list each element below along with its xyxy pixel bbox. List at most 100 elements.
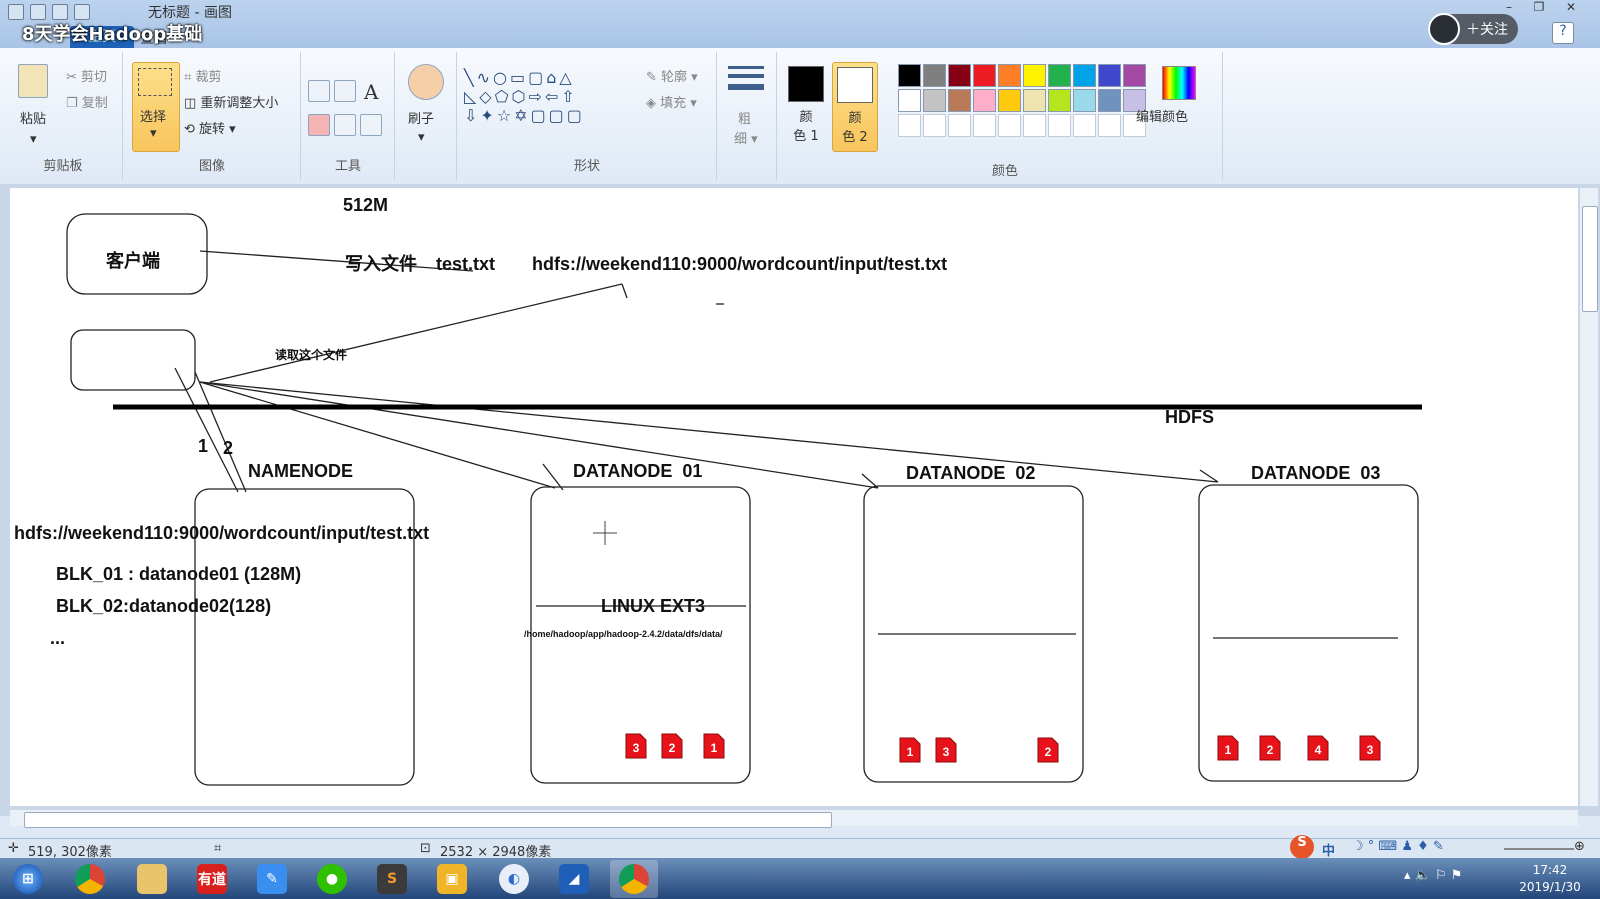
brushes-group[interactable]: 刷子 ▾ (396, 52, 457, 180)
restore-icon[interactable]: ❐ (1524, 0, 1554, 18)
color-swatch[interactable] (998, 114, 1021, 137)
taskbar-app[interactable]: ▣ (428, 860, 476, 898)
color1-label-a: 颜 (799, 110, 813, 125)
chevron-down-icon[interactable]: ▾ (30, 132, 37, 147)
cut-button[interactable]: ✂ 剪切 (66, 66, 107, 85)
help-icon[interactable]: ? (1552, 22, 1574, 44)
zoom-in-icon[interactable]: ⊕ (1574, 839, 1585, 854)
taskbar (0, 858, 1600, 899)
color-swatch[interactable] (1023, 64, 1046, 87)
taskbar-sublime[interactable]: S (368, 860, 416, 898)
taskbar-chrome[interactable] (66, 860, 114, 898)
outline-button[interactable]: ✎ 轮廓 ▾ (646, 66, 698, 85)
ime-mode[interactable]: 中 (1322, 840, 1335, 859)
color-swatch[interactable] (1098, 89, 1121, 112)
color-swatch[interactable] (898, 89, 921, 112)
taskbar-chrome-active[interactable] (610, 860, 658, 898)
youdao-icon: 有道 (197, 864, 227, 894)
drawing-canvas[interactable]: 512M 客户端 写入文件 test.txt hdfs://weekend110… (10, 188, 1578, 806)
pencil-icon[interactable] (308, 80, 330, 102)
magnifier-icon[interactable] (360, 114, 382, 136)
color-swatch[interactable] (923, 114, 946, 137)
color-swatch[interactable] (1023, 114, 1046, 137)
fill-button[interactable]: ◈ 填充 ▾ (646, 92, 697, 111)
write-line (199, 250, 474, 272)
taskbar-browser[interactable]: ◐ (490, 860, 538, 898)
more-blocks: ... (50, 628, 65, 648)
app-icon: ▣ (437, 864, 467, 894)
color-swatch[interactable] (973, 64, 996, 87)
taskbar-explorer[interactable] (128, 860, 176, 898)
rotate-button[interactable]: ⟲ 旋转 ▾ (184, 118, 236, 137)
save-icon[interactable] (30, 4, 46, 20)
zoom-slider[interactable] (1504, 848, 1574, 850)
color-swatch[interactable] (973, 114, 996, 137)
paste-button[interactable]: 粘贴 (20, 108, 46, 127)
cursor-crosshair (593, 521, 617, 545)
color-swatch[interactable] (948, 114, 971, 137)
color-swatch[interactable] (1098, 114, 1121, 137)
start-button[interactable]: ⊞ (4, 860, 52, 898)
vertical-scroll-thumb[interactable] (1582, 206, 1598, 312)
minimize-icon[interactable]: – (1494, 0, 1524, 18)
text-tool-icon[interactable]: A (364, 80, 378, 104)
shapes-gallery[interactable]: ╲∿○▭▢⌂△ ◺◇⬠⬡⇨⇦⇧ ⇩✦☆✡▢▢▢ (464, 68, 585, 125)
resize-button[interactable]: ◫ 重新调整大小 (184, 92, 278, 111)
color-swatch[interactable] (1048, 89, 1071, 112)
chevron-down-icon[interactable]: ▾ (418, 130, 425, 145)
color-swatch[interactable] (898, 114, 921, 137)
sogou-ime-icon[interactable]: S (1290, 835, 1314, 859)
color-swatch[interactable] (1023, 89, 1046, 112)
reader-box (70, 329, 196, 391)
eraser-icon[interactable] (308, 114, 330, 136)
color2-button[interactable]: 颜 色 2 (832, 62, 878, 152)
fill-bucket-icon[interactable] (334, 80, 356, 102)
quick-access-toolbar (8, 2, 90, 22)
color-swatch[interactable] (923, 64, 946, 87)
taskbar-youdao[interactable]: 有道 (188, 860, 236, 898)
taskbar-notes[interactable]: ✎ (248, 860, 296, 898)
color-swatch[interactable] (973, 89, 996, 112)
color-swatch[interactable] (998, 89, 1021, 112)
tray-icons[interactable]: ▴ 🔈 ⚐ ⚑ (1404, 868, 1462, 883)
color-swatch[interactable] (1048, 114, 1071, 137)
notes-icon: ✎ (257, 864, 287, 894)
taskbar-wechat[interactable]: ● (308, 860, 356, 898)
paste-icon[interactable] (18, 64, 48, 98)
redo-icon[interactable] (74, 4, 90, 20)
color-swatch[interactable] (898, 64, 921, 87)
clock[interactable]: 17:42 2019/1/30 (1510, 862, 1590, 896)
color-swatch[interactable] (1048, 64, 1071, 87)
color-swatch[interactable] (1073, 89, 1096, 112)
color-swatch[interactable] (1123, 64, 1146, 87)
color-swatch[interactable] (948, 64, 971, 87)
color-swatch[interactable] (1073, 64, 1096, 87)
size-group[interactable]: 粗 细 ▾ (718, 52, 777, 180)
resize-label: 重新调整大小 (200, 96, 279, 111)
horizontal-scroll-thumb[interactable] (24, 812, 832, 828)
color-swatch[interactable] (1098, 64, 1121, 87)
color-picker-icon[interactable] (334, 114, 356, 136)
read-line (209, 283, 623, 383)
color-swatch[interactable] (1073, 114, 1096, 137)
close-icon[interactable]: ✕ (1556, 0, 1586, 18)
color-swatch[interactable] (923, 89, 946, 112)
color-swatch[interactable] (998, 64, 1021, 87)
edit-colors-button[interactable]: 编辑颜色 (1136, 106, 1188, 125)
crop-button[interactable]: ⌗ 裁剪 (184, 66, 221, 85)
size-line-thick (728, 84, 764, 90)
paint-app-icon[interactable] (8, 4, 24, 20)
wechat-icon: ● (317, 864, 347, 894)
undo-icon[interactable] (52, 4, 68, 20)
taskbar-sail[interactable]: ◢ (550, 860, 598, 898)
clock-time: 17:42 (1532, 863, 1568, 877)
ime-toolbar-icons[interactable]: ☽ ° ⌨ ♟ ♦ ✎ (1352, 839, 1444, 854)
color-swatch[interactable] (948, 89, 971, 112)
color1-button[interactable]: 颜 色 1 (784, 62, 828, 150)
edit-colors-icon[interactable] (1162, 66, 1196, 100)
copy-button[interactable]: ❐ 复制 (66, 92, 108, 111)
status-bar: ✛ 519, 302像素 ⌗ ⊡ 2532 × 2948像素 S 中 ☽ ° ⌨… (0, 835, 1600, 860)
browser-icon: ◐ (499, 864, 529, 894)
follow-button[interactable]: ＋关注 (1428, 13, 1518, 45)
brush-icon[interactable] (408, 64, 444, 100)
